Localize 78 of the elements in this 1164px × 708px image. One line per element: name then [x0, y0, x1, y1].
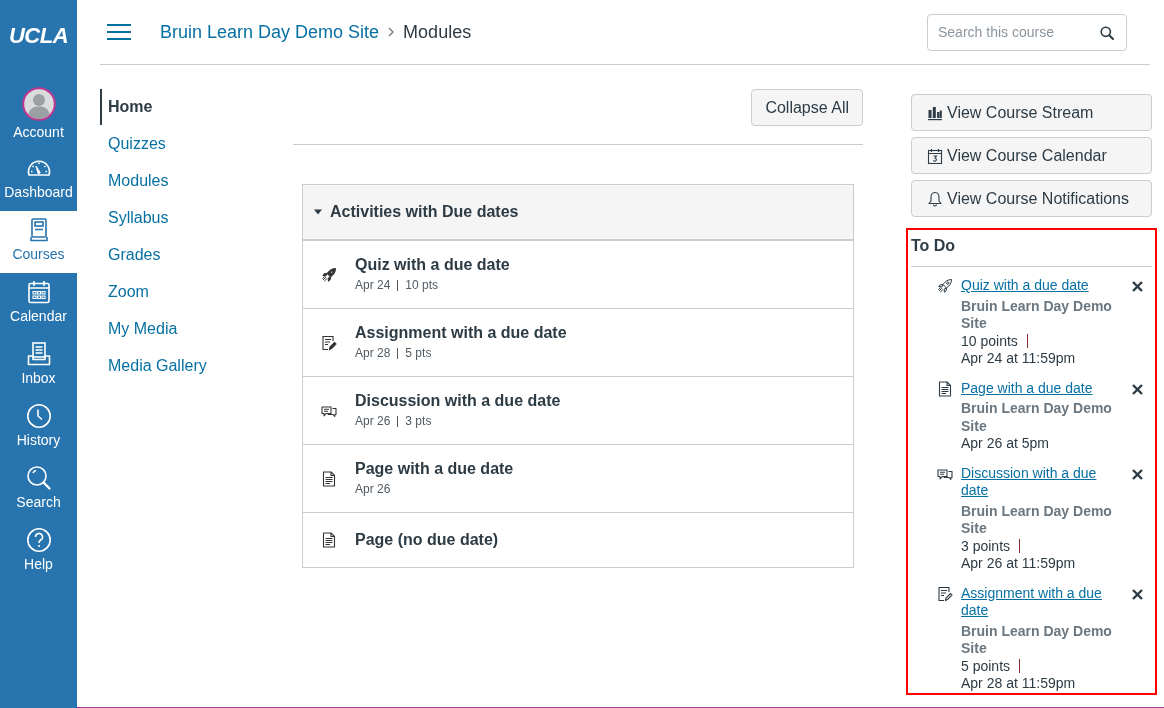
document-icon [321, 532, 337, 548]
todo-course: Bruin Learn Day Demo Site [961, 297, 1113, 333]
todo-due: Apr 26 at 11:59pm [961, 555, 1076, 573]
item-title[interactable]: Page with a due date [355, 459, 514, 479]
todo-link[interactable]: Quiz with a due date [961, 277, 1089, 295]
course-nav-link[interactable]: Quizzes [100, 126, 166, 162]
nav-link[interactable]: Help [0, 521, 77, 583]
course-nav-link[interactable]: Modules [100, 163, 169, 199]
search-icon[interactable] [1100, 25, 1114, 40]
nav-link[interactable]: Dashboard [0, 149, 77, 211]
caret-icon[interactable] [314, 208, 322, 216]
module-title: Activities with Due dates [330, 203, 519, 221]
module-header[interactable]: Activities with Due dates [303, 185, 853, 240]
calendar-icon [25, 279, 52, 305]
nav-link[interactable]: Search [0, 459, 77, 521]
course-nav-link[interactable]: Syllabus [100, 200, 169, 236]
item-date: Apr 24 [355, 277, 391, 294]
sidebar-button[interactable]: View Course Stream [911, 94, 1152, 131]
item-title[interactable]: Page (no due date) [355, 530, 499, 550]
todo-link[interactable]: Page with a due date [961, 379, 1093, 397]
item-points: 3 pts [405, 413, 432, 430]
todo-course: Bruin Learn Day Demo Site [961, 502, 1113, 538]
course-nav-link[interactable]: Home [100, 89, 153, 125]
todo-link[interactable]: Discussion with a due date [961, 464, 1119, 500]
todo-course: Bruin Learn Day Demo Site [961, 622, 1113, 658]
nav-link[interactable]: Calendar [0, 273, 77, 335]
todo-due: Apr 24 at 11:59pm [961, 350, 1076, 368]
course-nav-link[interactable]: Media Gallery [100, 348, 207, 384]
close-icon[interactable] [1132, 468, 1143, 480]
todo-points: 5 points [961, 657, 1011, 675]
sidebar-button[interactable]: View Course Calendar [911, 137, 1152, 174]
course-nav-link[interactable]: Grades [100, 237, 161, 273]
item-date: Apr 26 [355, 481, 391, 498]
menu-icon[interactable] [107, 23, 131, 41]
item-title[interactable]: Quiz with a due date [355, 255, 510, 275]
bell-icon [927, 190, 943, 207]
item-date: Apr 28 [355, 345, 391, 362]
logo[interactable]: UCLA [8, 24, 69, 48]
course-nav-link[interactable]: My Media [100, 311, 178, 347]
calendar-icon [927, 147, 943, 164]
todo-link[interactable]: Assignment with a due date [961, 584, 1119, 620]
rocket-icon [937, 278, 953, 294]
course-nav-link[interactable]: Zoom [100, 274, 149, 310]
close-icon[interactable] [1132, 281, 1143, 292]
document-icon [937, 380, 953, 397]
nav-link[interactable]: Inbox [0, 335, 77, 397]
todo-points: 10 points [961, 332, 1018, 350]
search-icon [25, 465, 52, 491]
todo-points: 3 points [961, 537, 1011, 555]
close-icon[interactable] [1132, 588, 1143, 600]
item-points: 5 pts [405, 345, 432, 362]
bar-chart-icon [927, 104, 943, 121]
todo-due: Apr 28 at 11:59pm [961, 675, 1076, 693]
chevron-icon [388, 27, 395, 37]
search-field[interactable]: Search this course [927, 13, 1127, 51]
clock-icon [25, 403, 52, 429]
breadcrumb-link[interactable]: Bruin Learn Day Demo Site [160, 21, 380, 43]
item-title[interactable]: Discussion with a due date [355, 391, 561, 411]
nav-link[interactable]: Account [0, 87, 77, 149]
collapse-all-button[interactable]: Collapse All [751, 89, 863, 126]
item-date: Apr 26 [355, 413, 391, 430]
item-title[interactable]: Assignment with a due date [355, 323, 567, 343]
avatar-icon [21, 87, 56, 121]
document-pencil-icon [937, 585, 953, 602]
rocket-icon [321, 266, 337, 283]
help-icon [25, 527, 52, 553]
todo-title: To Do [911, 237, 956, 254]
nav-link[interactable]: History [0, 397, 77, 459]
document-icon [321, 470, 337, 487]
nav-link[interactable]: Courses [0, 211, 77, 273]
breadcrumb-current: Modules [403, 21, 472, 43]
item-points: 10 pts [405, 277, 439, 294]
inbox-icon [25, 341, 52, 367]
document-pencil-icon [321, 334, 337, 351]
todo-course: Bruin Learn Day Demo Site [961, 400, 1113, 435]
sidebar-button[interactable]: View Course Notifications [911, 180, 1152, 217]
close-icon[interactable] [1132, 383, 1143, 395]
todo-due: Apr 26 at 5pm [961, 435, 1049, 453]
